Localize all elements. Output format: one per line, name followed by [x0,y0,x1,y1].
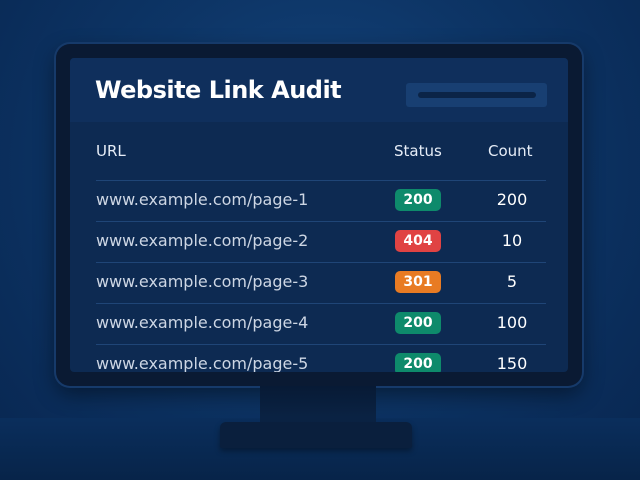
monitor-stand-base [220,422,412,448]
status-badge: 200 [395,189,441,211]
table-header: URL Status Count [96,136,546,166]
url-cell[interactable]: www.example.com/page-5 [96,354,308,372]
table-row[interactable]: www.example.com/page-4 200 100 [96,304,546,345]
table-row[interactable]: www.example.com/page-5 200 150 [96,345,546,372]
count-cell: 5 [506,272,518,291]
table-row[interactable]: www.example.com/page-2 404 10 [96,222,546,263]
table-row[interactable]: www.example.com/page-1 200 200 [96,181,546,222]
url-cell[interactable]: www.example.com/page-2 [96,231,308,250]
status-badge: 200 [395,312,441,334]
url-cell[interactable]: www.example.com/page-4 [96,313,308,332]
count-cell: 150 [496,354,528,372]
column-header-url[interactable]: URL [96,142,126,160]
column-header-count[interactable]: Count [488,142,533,160]
app-screen: Website Link Audit URL Status Count www.… [70,58,568,372]
table-row[interactable]: www.example.com/page-3 301 5 [96,263,546,304]
search-input[interactable] [406,83,547,107]
url-cell[interactable]: www.example.com/page-1 [96,190,308,209]
column-header-status[interactable]: Status [394,142,442,160]
count-cell: 200 [496,190,528,209]
count-cell: 10 [501,231,523,250]
page-title: Website Link Audit [95,76,342,104]
status-badge: 404 [395,230,441,252]
status-badge: 200 [395,353,441,372]
count-cell: 100 [496,313,528,332]
search-input-field [418,92,536,98]
app-header: Website Link Audit [70,58,568,122]
monitor-stand-neck [260,386,376,424]
monitor-frame: Website Link Audit URL Status Count www.… [56,44,582,386]
status-badge: 301 [395,271,441,293]
url-cell[interactable]: www.example.com/page-3 [96,272,308,291]
